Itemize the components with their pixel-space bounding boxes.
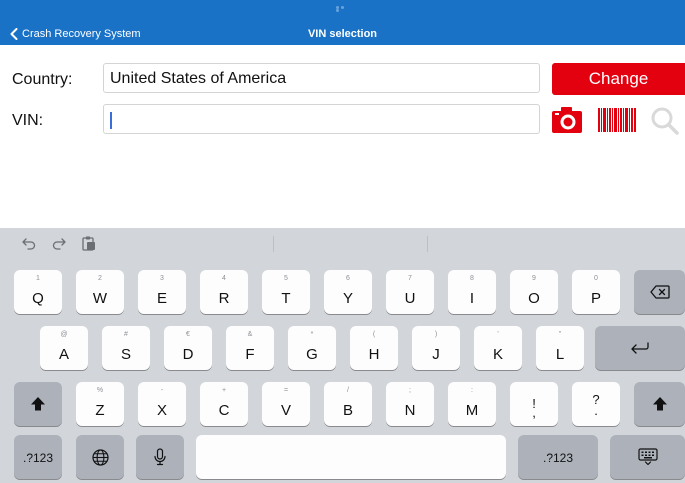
key-z[interactable]: % Z (76, 382, 124, 426)
country-label: Country: (12, 71, 73, 88)
key-k[interactable]: ' K (474, 326, 522, 370)
key-i[interactable]: 8I (448, 270, 496, 314)
key-comma[interactable]: !, (510, 382, 558, 426)
key-m[interactable]: :M (448, 382, 496, 426)
vin-field[interactable] (103, 104, 555, 134)
key-x[interactable]: -X (138, 382, 186, 426)
page-title: VIN selection (307, 28, 378, 40)
camera-icon (552, 107, 582, 133)
toolbar-divider (273, 236, 274, 252)
key-h[interactable]: (H (350, 326, 398, 370)
redo-button[interactable] (52, 236, 66, 255)
country-field: United States of America (103, 63, 540, 93)
shift-key-right[interactable] (634, 382, 685, 426)
change-country-button[interactable]: Change (552, 63, 685, 95)
numbers-key-left[interactable]: .?123 (14, 435, 62, 479)
key-b[interactable]: / B (324, 382, 372, 426)
virtual-keyboard: 1Q 2W 3E 4R 5T 6Y 7U 8I 9O 0P @ A # S € D &… (0, 258, 685, 483)
key-e[interactable]: 3E (138, 270, 186, 314)
vin-input[interactable] (104, 105, 555, 133)
backspace-icon (649, 285, 670, 299)
return-key[interactable] (595, 326, 685, 370)
shift-arrow-icon (652, 397, 667, 411)
key-a[interactable]: @ A (40, 326, 88, 370)
keyboard-shortcut-bar (0, 228, 685, 258)
key-w[interactable]: 2W (76, 270, 124, 314)
return-icon (631, 342, 649, 354)
navigation-bar: Crash Recovery System VIN selection (0, 0, 685, 45)
space-key[interactable] (196, 435, 506, 479)
key-v[interactable]: = V (262, 382, 310, 426)
paste-icon (82, 236, 95, 251)
toolbar-divider (427, 236, 428, 252)
key-n[interactable]: ; N (386, 382, 434, 426)
key-d[interactable]: € D (164, 326, 212, 370)
dictation-key[interactable] (136, 435, 184, 479)
paste-button[interactable] (82, 236, 96, 256)
key-r[interactable]: 4R (200, 270, 248, 314)
microphone-icon (154, 448, 166, 466)
dismiss-keyboard-key[interactable] (610, 435, 685, 479)
key-t[interactable]: 5T (262, 270, 310, 314)
key-p[interactable]: 0P (572, 270, 620, 314)
vin-label: VIN: (12, 112, 44, 129)
key-c[interactable]: + C (200, 382, 248, 426)
globe-key[interactable] (76, 435, 124, 479)
key-period[interactable]: ?. (572, 382, 620, 426)
redo-icon (52, 238, 66, 250)
shift-key-left[interactable] (14, 382, 62, 426)
key-y[interactable]: 6Y (324, 270, 372, 314)
key-o[interactable]: 9O (510, 270, 558, 314)
country-value: United States of America (110, 70, 287, 87)
shift-arrow-icon (31, 397, 45, 411)
key-g[interactable]: * G (288, 326, 336, 370)
key-u[interactable]: 7U (386, 270, 434, 314)
globe-icon (91, 448, 109, 466)
delete-key[interactable] (634, 270, 685, 314)
search-icon (651, 107, 679, 135)
barcode-icon (598, 108, 636, 132)
key-f[interactable]: & F (226, 326, 274, 370)
key-q[interactable]: 1Q (14, 270, 62, 314)
multitasking-handle[interactable] (336, 6, 350, 12)
search-button[interactable] (650, 106, 680, 136)
undo-button[interactable] (22, 236, 36, 255)
numbers-key-right[interactable]: .?123 (518, 435, 598, 479)
keyboard-dismiss-icon (637, 448, 658, 466)
camera-scan-button[interactable] (552, 107, 582, 133)
barcode-scan-button[interactable] (598, 108, 636, 132)
undo-icon (22, 238, 36, 250)
key-s[interactable]: # S (102, 326, 150, 370)
key-l[interactable]: " L (536, 326, 584, 370)
key-j[interactable]: ) J (412, 326, 460, 370)
